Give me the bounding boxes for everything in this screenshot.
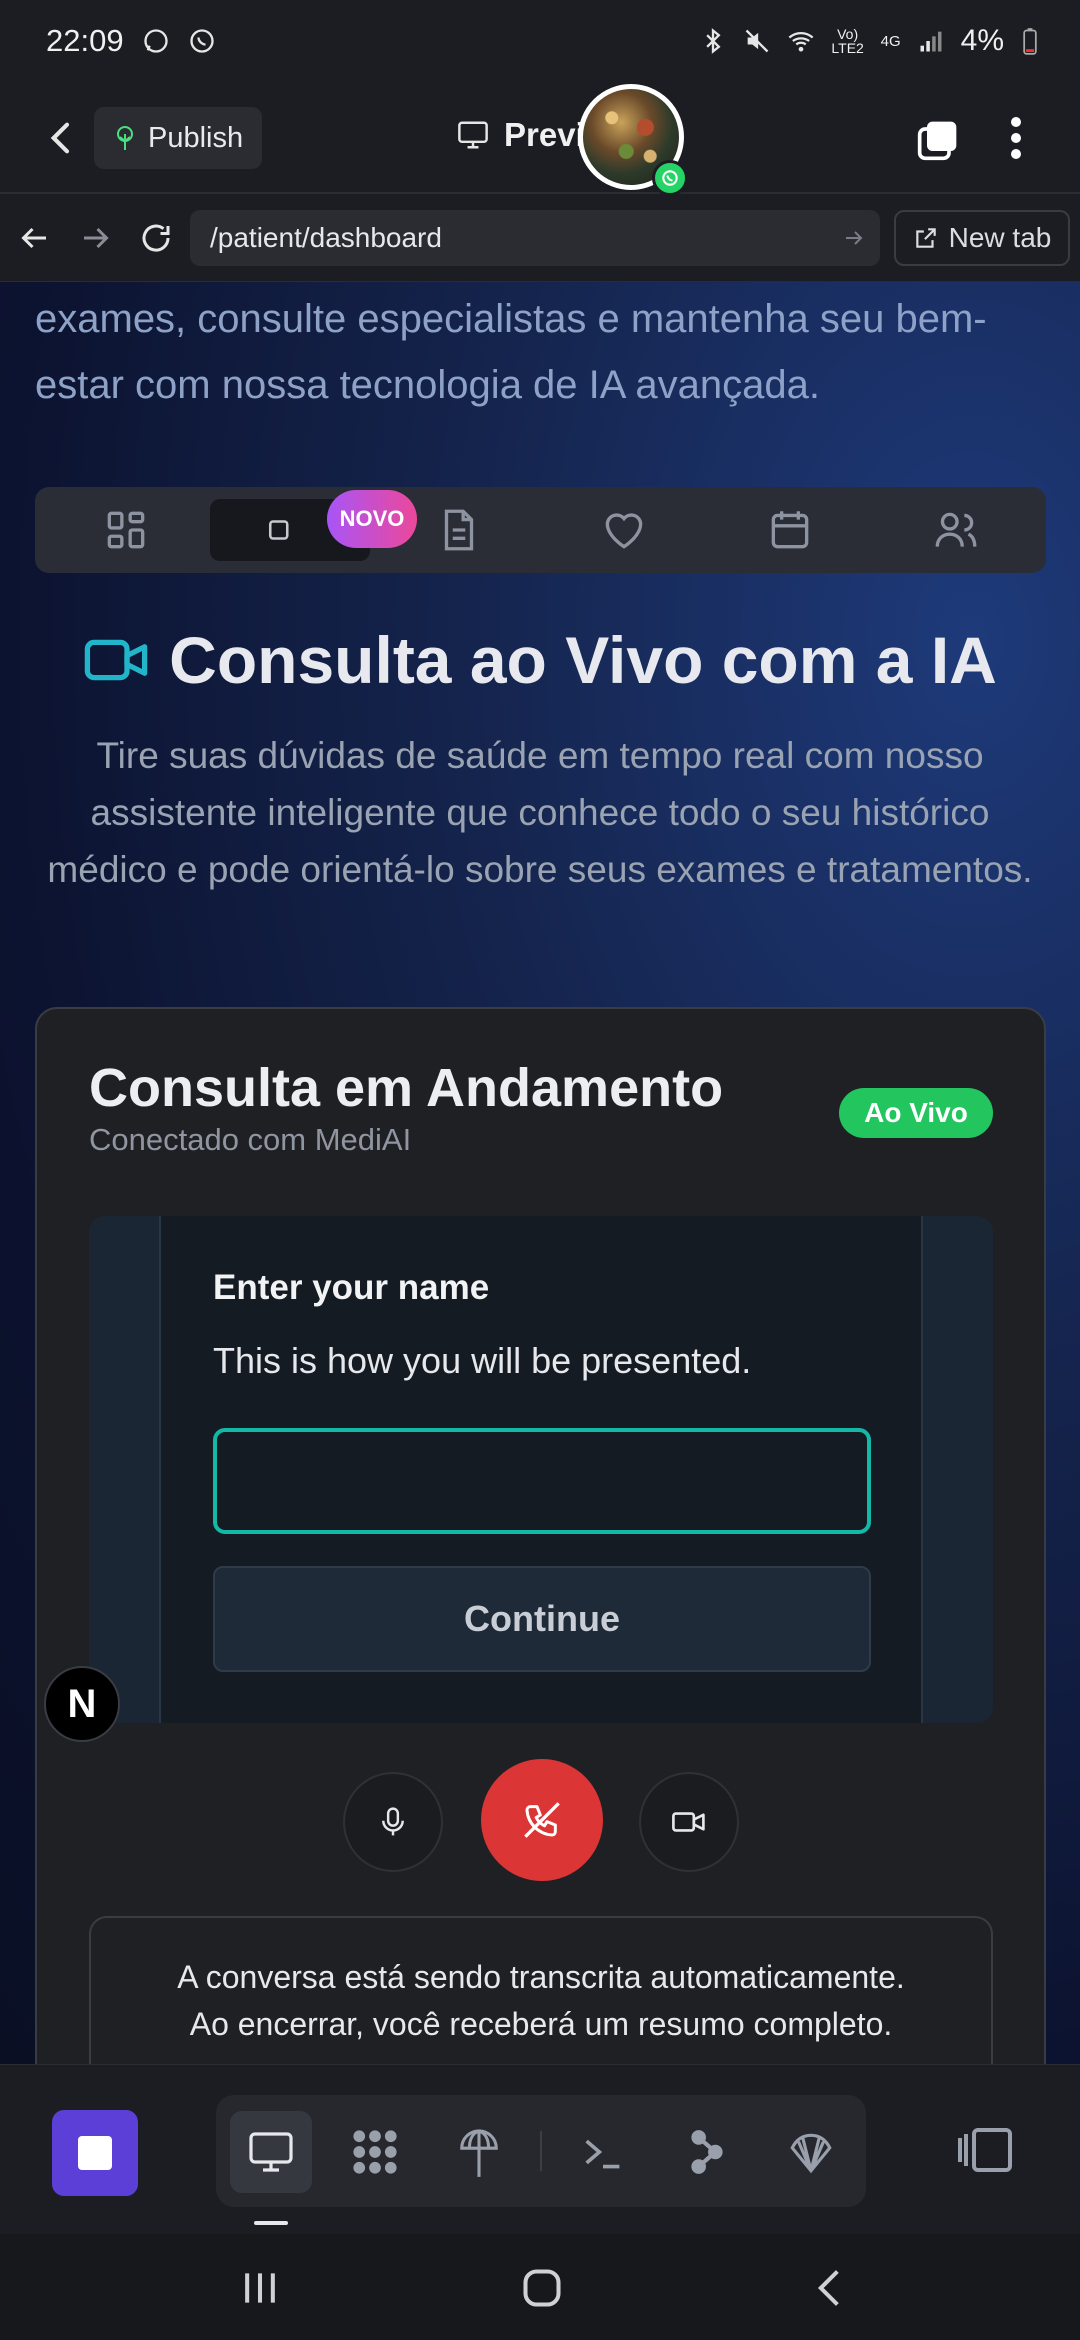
intro-text: exames, consulte especialistas e mantenh… xyxy=(35,297,987,407)
url-field[interactable]: /patient/dashboard xyxy=(190,210,880,266)
whatsapp-notification-icon xyxy=(189,29,214,53)
tool-group xyxy=(216,2095,866,2207)
hero-title: Consulta ao Vivo com a IA xyxy=(169,623,997,697)
go-arrow-icon[interactable] xyxy=(842,226,866,250)
stop-button[interactable] xyxy=(52,2110,138,2196)
calendar-icon[interactable] xyxy=(765,505,815,555)
monitor-icon xyxy=(249,2132,293,2172)
status-left: 22:09 xyxy=(46,23,216,59)
preview-tool-button[interactable] xyxy=(230,2111,312,2193)
web-content: exames, consulte especialistas e mantenh… xyxy=(0,282,1080,2064)
back-arrow-icon[interactable] xyxy=(42,118,82,158)
users-icon[interactable] xyxy=(931,505,981,555)
status-bar: 22:09 Vo) LTE2 4G 4% xyxy=(0,0,1080,82)
publish-label: Publish xyxy=(148,121,244,154)
name-prompt-title: Enter your name xyxy=(213,1268,490,1307)
nextjs-devtools-button[interactable]: N xyxy=(44,1666,120,1742)
video-icon xyxy=(672,1812,705,1832)
phone-off-icon xyxy=(524,1802,560,1838)
video-camera-icon xyxy=(84,639,148,681)
deploy-tool-button[interactable] xyxy=(438,2111,520,2193)
home-icon[interactable] xyxy=(520,2266,564,2310)
video-tab-icon xyxy=(268,520,289,540)
new-tab-button[interactable]: New tab xyxy=(894,210,1070,266)
system-back-icon[interactable] xyxy=(808,2266,852,2310)
whatsapp-business-notification-icon xyxy=(143,29,168,53)
app-bar: Publish Previ xyxy=(0,82,1080,196)
connections-icon xyxy=(691,2130,723,2174)
url-text: /patient/dashboard xyxy=(210,222,442,253)
monitor-icon xyxy=(458,121,488,149)
name-input[interactable] xyxy=(213,1428,871,1534)
continue-button[interactable]: Continue xyxy=(213,1566,871,1672)
apps-grid-icon xyxy=(353,2130,397,2174)
microphone-button[interactable] xyxy=(343,1772,443,1872)
active-tool-indicator xyxy=(254,2221,288,2225)
panel-layout-icon[interactable] xyxy=(954,2125,1014,2175)
card-subtitle: Conectado com MediAI xyxy=(89,1122,412,1157)
battery-percent: 4% xyxy=(960,24,1004,57)
transcript-line-2: Ao encerrar, você receberá um resumo com… xyxy=(189,2006,893,2042)
shell-icon xyxy=(790,2133,832,2174)
name-prompt-panel: Enter your name This is how you will be … xyxy=(159,1216,923,1723)
document-icon[interactable] xyxy=(434,505,484,555)
camera-button[interactable] xyxy=(639,1772,739,1872)
end-call-button[interactable] xyxy=(481,1759,603,1881)
signal-icon xyxy=(920,31,942,52)
hero-title-row: Consulta ao Vivo com a IA xyxy=(0,622,1080,698)
wifi-icon xyxy=(788,31,814,52)
terminal-icon xyxy=(585,2139,620,2169)
battery-icon xyxy=(1023,28,1037,55)
microphone-icon xyxy=(382,1807,404,1836)
new-tab-label: New tab xyxy=(948,222,1052,253)
network-type-label: 4G xyxy=(880,32,901,50)
preview-label: Previ xyxy=(504,116,585,153)
stop-icon xyxy=(78,2136,112,2170)
name-prompt-hint: This is how you will be presented. xyxy=(213,1340,752,1381)
external-link-icon xyxy=(915,228,936,248)
reload-icon[interactable] xyxy=(138,220,174,256)
status-right: Vo) LTE2 4G 4% xyxy=(699,24,1040,58)
whatsapp-badge-icon xyxy=(652,160,688,196)
dashboard-grid-icon[interactable] xyxy=(101,505,151,555)
apps-tool-button[interactable] xyxy=(334,2111,416,2193)
publish-tree-icon xyxy=(117,126,133,150)
live-badge: Ao Vivo xyxy=(839,1088,993,1138)
heart-icon[interactable] xyxy=(599,505,649,555)
transcript-line-1: A conversa está sendo transcrita automat… xyxy=(177,1959,905,1995)
bottom-toolbar xyxy=(0,2064,1080,2234)
status-time: 22:09 xyxy=(46,23,124,58)
extensions-tool-button[interactable] xyxy=(770,2111,852,2193)
publish-button[interactable]: Publish xyxy=(94,107,262,169)
novo-badge: NOVO xyxy=(327,490,417,548)
video-area: Enter your name This is how you will be … xyxy=(89,1216,993,1723)
system-navigation-bar xyxy=(0,2234,1080,2340)
preview-tab[interactable]: Previ xyxy=(456,116,585,154)
feature-tabs: NOVO xyxy=(35,487,1046,573)
recents-icon[interactable] xyxy=(238,2266,282,2310)
tabs-switcher-icon[interactable] xyxy=(916,118,960,162)
mute-icon xyxy=(745,29,768,53)
volte-label: Vo) LTE2 xyxy=(831,26,864,56)
hero-subtitle: Tire suas dúvidas de saúde em tempo real… xyxy=(47,735,1033,890)
deploy-tree-icon xyxy=(460,2129,498,2177)
card-title: Consulta em Andamento xyxy=(89,1058,724,1118)
url-row: /patient/dashboard New tab xyxy=(0,194,1080,282)
connections-tool-button[interactable] xyxy=(666,2111,748,2193)
browser-back-icon[interactable] xyxy=(16,220,52,256)
transcript-notice: A conversa está sendo transcrita automat… xyxy=(89,1916,993,2064)
bluetooth-icon xyxy=(705,28,721,54)
more-options-icon[interactable] xyxy=(1004,114,1028,162)
shell-tool-button[interactable] xyxy=(562,2111,644,2193)
browser-forward-icon[interactable] xyxy=(78,220,114,256)
toolbar-separator xyxy=(540,2131,542,2171)
consultation-card: Consulta em Andamento Conectado com Medi… xyxy=(35,1007,1046,2064)
